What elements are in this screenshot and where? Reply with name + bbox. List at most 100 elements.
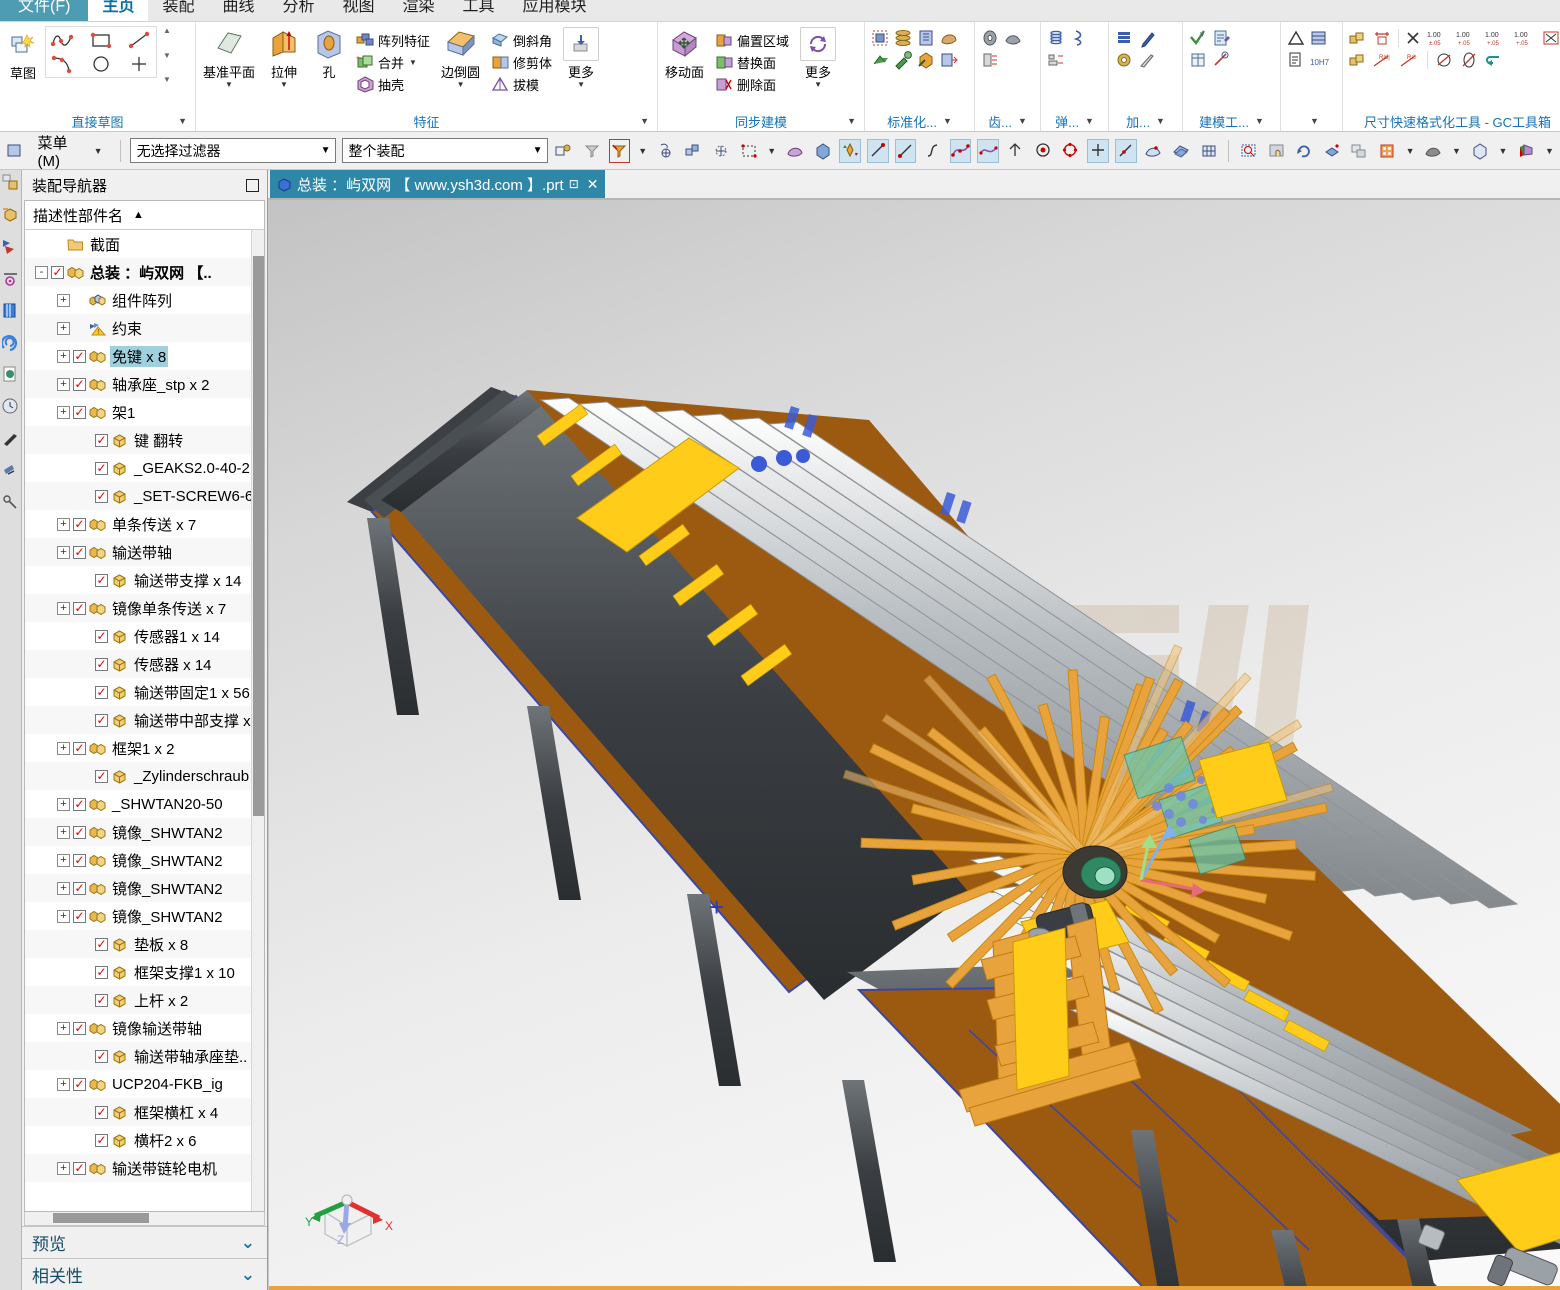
tree-row[interactable]: + ✓ 输送带链轮电机 bbox=[25, 1154, 264, 1182]
tree-row[interactable]: ✓ 传感器1 x 14 bbox=[25, 622, 264, 650]
layer-icon[interactable] bbox=[1348, 139, 1370, 163]
document-tab[interactable]: 总装 ：屿双网 【 www.ysh3d.com 】.prt ⊡ ✕ bbox=[270, 170, 605, 198]
component-checkbox[interactable]: ✓ bbox=[51, 265, 64, 279]
tree-row[interactable]: + ✓ 镜像输送带轴 bbox=[25, 1014, 264, 1042]
report-icon[interactable] bbox=[1211, 28, 1231, 48]
component-checkbox[interactable]: ✓ bbox=[73, 797, 86, 811]
datum-csys-icon[interactable] bbox=[839, 138, 861, 163]
tree-row[interactable]: + ✓ 免键 x 8 bbox=[25, 342, 264, 370]
shade-icon[interactable] bbox=[1422, 139, 1444, 163]
component-checkbox[interactable]: ✓ bbox=[95, 629, 108, 643]
draft-button[interactable]: 拔模 bbox=[488, 74, 555, 95]
torsion-spring-icon[interactable] bbox=[1069, 28, 1089, 48]
collapse-toggle-icon[interactable]: - bbox=[35, 265, 48, 279]
ribbon-group-gear-label[interactable]: 齿... ▼ bbox=[978, 111, 1037, 131]
tree-row[interactable]: ✓ 输送带中部支撑 x bbox=[25, 706, 264, 734]
tolerance-icon[interactable]: 10H7 bbox=[1309, 50, 1329, 70]
tree-row[interactable]: 截面 bbox=[25, 230, 264, 258]
tab-curve[interactable]: 曲线 bbox=[208, 0, 268, 21]
bevel-gear-icon[interactable] bbox=[1003, 28, 1023, 48]
library-icon[interactable] bbox=[916, 28, 936, 48]
line-icon[interactable] bbox=[866, 138, 889, 163]
tree-row[interactable]: ✓ 键 翻转 bbox=[25, 426, 264, 454]
extrude-button[interactable]: 拉伸 ▼ bbox=[263, 26, 305, 89]
component-checkbox[interactable]: ✓ bbox=[73, 1077, 86, 1091]
axis-icon[interactable] bbox=[1005, 139, 1027, 163]
cube-icon[interactable] bbox=[1469, 139, 1491, 163]
expand-toggle-icon[interactable]: + bbox=[57, 853, 70, 867]
triangle-icon[interactable] bbox=[1286, 28, 1306, 48]
tree-row[interactable]: + ✓ 框架1 x 2 bbox=[25, 734, 264, 762]
component-checkbox[interactable]: ✓ bbox=[73, 853, 86, 867]
tree-row[interactable]: ✓ 框架横杠 x 4 bbox=[25, 1098, 264, 1126]
plus-icon[interactable] bbox=[1087, 138, 1110, 163]
trim-body-button[interactable]: 修剪体 bbox=[488, 52, 555, 73]
scroll-expand-icon[interactable]: ▼ bbox=[163, 75, 171, 84]
pin-icon[interactable]: ⊡ bbox=[569, 177, 579, 191]
expand-toggle-icon[interactable]: + bbox=[57, 881, 70, 895]
component-checkbox[interactable]: ✓ bbox=[95, 965, 108, 979]
component-checkbox[interactable]: ✓ bbox=[73, 545, 86, 559]
chevron-down-icon[interactable]: ⌄ bbox=[241, 1265, 255, 1285]
surface-icon[interactable] bbox=[1170, 139, 1192, 163]
tree-row[interactable]: - ✓ 总装 ：屿双网 【.. bbox=[25, 258, 264, 286]
component-checkbox[interactable]: ✓ bbox=[95, 433, 108, 447]
tab-render[interactable]: 渲染 bbox=[389, 0, 449, 21]
green-tool-icon[interactable] bbox=[893, 50, 913, 70]
dependencies-panel-header[interactable]: 相关性 ⌄ bbox=[22, 1258, 267, 1290]
tree-row[interactable]: ✓ 输送带支撑 x 14 bbox=[25, 566, 264, 594]
tree-row[interactable]: ✓ 横杆2 x 6 bbox=[25, 1126, 264, 1154]
rectangle-select-icon[interactable] bbox=[738, 139, 760, 163]
component-checkbox[interactable]: ✓ bbox=[73, 825, 86, 839]
ribbon-group-standardization-label[interactable]: 标准化... ▼ bbox=[868, 111, 971, 131]
expand-toggle-icon[interactable]: + bbox=[57, 741, 70, 755]
component-checkbox[interactable]: ✓ bbox=[73, 1161, 86, 1175]
assembly-navigator-icon[interactable] bbox=[1, 172, 21, 192]
tree-row[interactable]: + ✓ 镜像单条传送 x 7 bbox=[25, 594, 264, 622]
component-checkbox[interactable]: ✓ bbox=[95, 489, 108, 503]
component-checkbox[interactable]: ✓ bbox=[73, 741, 86, 755]
knife-icon[interactable] bbox=[1137, 50, 1157, 70]
expand-toggle-icon[interactable]: + bbox=[57, 517, 70, 531]
reuse-library-icon[interactable] bbox=[1, 268, 21, 288]
move-face-button[interactable]: 移动面 bbox=[661, 26, 708, 82]
expand-toggle-icon[interactable]: + bbox=[57, 545, 70, 559]
tab-view[interactable]: 视图 bbox=[329, 0, 389, 21]
expand-toggle-icon[interactable]: + bbox=[57, 825, 70, 839]
standard-part-icon[interactable] bbox=[870, 28, 890, 48]
mesh-icon[interactable] bbox=[1198, 139, 1220, 163]
chevron-down-icon[interactable]: ▼ bbox=[1543, 146, 1556, 156]
chevron-down-icon[interactable]: ▼ bbox=[943, 116, 952, 126]
diameter-crossed-icon[interactable] bbox=[1433, 50, 1455, 70]
tab-home[interactable]: 主页 bbox=[88, 0, 149, 21]
spline-icon[interactable] bbox=[922, 139, 944, 163]
tree-hscroll-thumb[interactable] bbox=[53, 1213, 149, 1223]
compression-spring-icon[interactable] bbox=[1046, 28, 1066, 48]
pattern-feature-button[interactable]: 阵列特征 bbox=[353, 30, 433, 51]
component-checkbox[interactable]: ✓ bbox=[73, 881, 86, 895]
sketch-line-icon[interactable] bbox=[1115, 138, 1137, 163]
expand-toggle-icon[interactable]: + bbox=[57, 909, 70, 923]
face-icon[interactable] bbox=[1143, 139, 1165, 163]
ribbon-group-modeling-tools-label[interactable]: 建模工... ▼ bbox=[1186, 111, 1277, 131]
tolerance-4-icon[interactable]: 1.00 +.05 bbox=[1512, 28, 1538, 48]
tree-row[interactable]: +! 约束 bbox=[25, 314, 264, 342]
chevron-down-icon[interactable]: ▼ bbox=[280, 81, 288, 89]
scroll-down-icon[interactable]: ▼ bbox=[163, 51, 171, 60]
expand-toggle-icon[interactable]: + bbox=[57, 601, 70, 615]
shell-button[interactable]: 抽壳 bbox=[353, 74, 433, 95]
table-form-icon[interactable] bbox=[1188, 50, 1208, 70]
component-checkbox[interactable]: ✓ bbox=[95, 713, 108, 727]
chevron-down-icon[interactable]: ▼ bbox=[1450, 146, 1463, 156]
tree-row[interactable]: + ✓ 输送带轴 bbox=[25, 538, 264, 566]
tree-row[interactable]: + 组件阵列 bbox=[25, 286, 264, 314]
expand-toggle-icon[interactable]: + bbox=[57, 321, 70, 335]
chevron-down-icon[interactable]: ▼ bbox=[1404, 146, 1417, 156]
filter-icon[interactable] bbox=[581, 139, 603, 163]
delete-dim-icon[interactable] bbox=[1404, 28, 1422, 48]
green-cube-icon[interactable] bbox=[916, 50, 936, 70]
chevron-down-icon[interactable]: ▼ bbox=[847, 116, 856, 126]
web-browser-icon[interactable] bbox=[1, 300, 21, 320]
tree-row[interactable]: + ✓ _SHWTAN20-50 bbox=[25, 790, 264, 818]
chevron-down-icon[interactable]: ▼ bbox=[814, 81, 822, 89]
